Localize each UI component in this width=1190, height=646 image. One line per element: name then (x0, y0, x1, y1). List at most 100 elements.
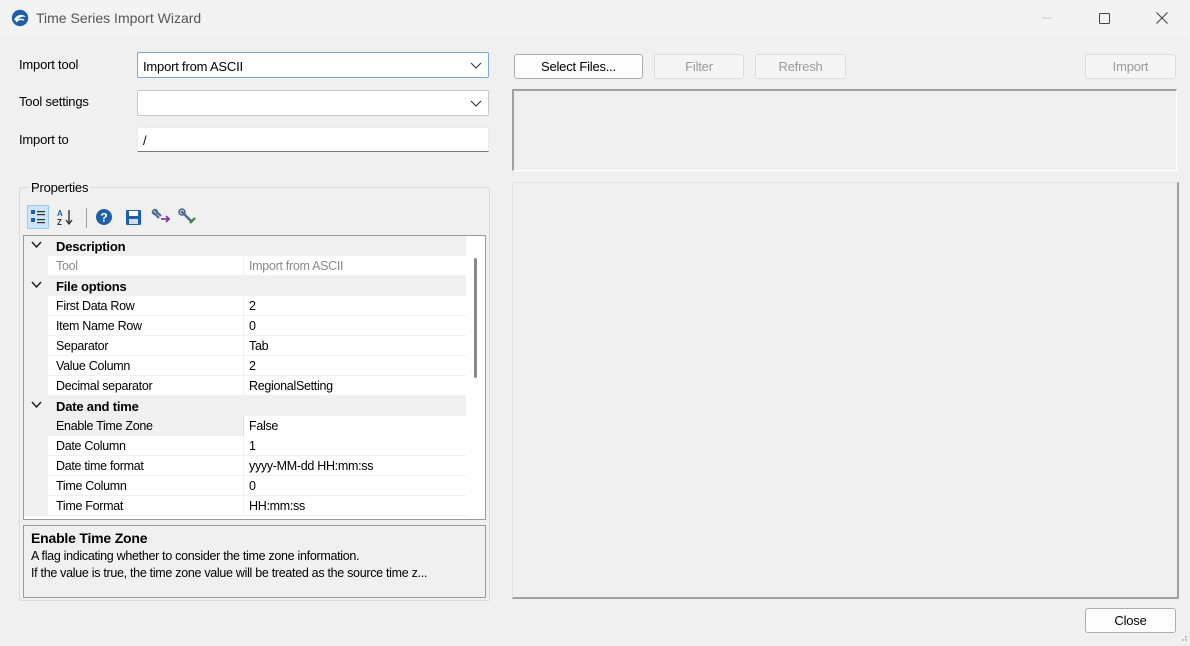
window-title: Time Series Import Wizard (36, 10, 202, 26)
tools-icon (178, 208, 196, 224)
tool-settings-combo[interactable] (137, 90, 489, 116)
column-divider (243, 476, 244, 496)
import-button[interactable]: Import (1085, 54, 1176, 79)
maximize-button[interactable] (1081, 0, 1127, 36)
load-settings-icon (151, 208, 171, 223)
property-value[interactable]: HH:mm:ss (249, 499, 305, 513)
import-to-value: / (143, 133, 147, 148)
resize-grip-icon[interactable] (1178, 632, 1188, 642)
help-text-line-1: A flag indicating whether to consider th… (31, 549, 360, 563)
property-grid[interactable]: Description Tool Import from ASCII File … (23, 235, 486, 520)
property-grid-scrollbar[interactable] (466, 236, 485, 519)
property-value[interactable]: 1 (249, 439, 256, 453)
property-name: Date Column (56, 439, 126, 453)
close-button[interactable]: Close (1085, 608, 1176, 633)
help-icon: ? (96, 209, 112, 225)
filter-button[interactable]: Filter (654, 54, 744, 79)
property-value: Import from ASCII (249, 259, 344, 273)
column-divider (243, 356, 244, 376)
property-name: Enable Time Zone (56, 419, 153, 433)
alphabetical-button[interactable]: A Z (54, 205, 76, 229)
tools-button[interactable] (177, 205, 199, 229)
save-icon (125, 209, 141, 225)
maximize-icon (1098, 12, 1110, 24)
property-row-value-column[interactable]: Value Column 2 (24, 356, 466, 376)
categorized-icon (31, 210, 45, 224)
row-gutter (24, 476, 48, 496)
row-gutter (24, 456, 48, 476)
file-list-panel[interactable] (512, 89, 1177, 171)
refresh-button[interactable]: Refresh (755, 54, 846, 79)
dhi-logo-icon (11, 9, 29, 27)
row-divider (48, 515, 466, 516)
load-settings-button[interactable] (150, 205, 172, 229)
category-file-options[interactable]: File options (24, 276, 466, 296)
category-description[interactable]: Description (24, 236, 466, 256)
preview-panel[interactable] (512, 182, 1179, 599)
tool-settings-label: Tool settings (19, 94, 89, 109)
import-tool-value: Import from ASCII (143, 59, 243, 74)
import-tool-combo[interactable]: Import from ASCII (137, 52, 489, 78)
property-value[interactable]: 0 (249, 479, 256, 493)
row-gutter (24, 416, 48, 436)
property-row-first-data-row[interactable]: First Data Row 2 (24, 296, 466, 316)
property-row-date-time-format[interactable]: Date time format yyyy-MM-dd HH:mm:ss (24, 456, 466, 476)
select-files-button[interactable]: Select Files... (514, 54, 643, 79)
toolbar-separator (86, 208, 87, 228)
property-name: First Data Row (56, 299, 135, 313)
help-title: Enable Time Zone (31, 530, 148, 546)
property-row-date-column[interactable]: Date Column 1 (24, 436, 466, 456)
help-button[interactable]: ? (93, 205, 115, 229)
category-label: File options (56, 279, 127, 294)
category-label: Date and time (56, 399, 139, 414)
chevron-down-icon[interactable] (31, 401, 42, 409)
row-gutter (24, 356, 48, 376)
property-row-decimal-separator[interactable]: Decimal separator RegionalSetting (24, 376, 466, 396)
close-window-button[interactable] (1139, 0, 1185, 36)
column-divider (243, 336, 244, 356)
property-value[interactable]: RegionalSetting (249, 379, 333, 393)
property-value[interactable]: 0 (249, 319, 256, 333)
minimize-button[interactable] (1024, 0, 1070, 36)
property-row-item-name-row[interactable]: Item Name Row 0 (24, 316, 466, 336)
column-divider (243, 496, 244, 516)
import-tool-label: Import tool (19, 57, 79, 72)
property-value[interactable]: False (249, 419, 278, 433)
chevron-down-icon (470, 100, 482, 107)
categorized-button[interactable] (27, 205, 49, 229)
svg-text:Z: Z (57, 218, 62, 226)
minimize-icon (1042, 17, 1052, 19)
property-name: Item Name Row (56, 319, 142, 333)
row-gutter (24, 436, 48, 456)
chevron-down-icon[interactable] (31, 241, 42, 249)
save-settings-button[interactable] (122, 205, 144, 229)
property-row-enable-time-zone[interactable]: Enable Time Zone False (24, 416, 466, 436)
close-icon (1156, 12, 1168, 24)
property-name: Date time format (56, 459, 144, 473)
property-row-time-column[interactable]: Time Column 0 (24, 476, 466, 496)
import-to-field[interactable]: / (137, 127, 489, 152)
property-name: Tool (56, 259, 78, 273)
chevron-down-icon (470, 62, 482, 69)
property-name: Value Column (56, 359, 130, 373)
property-row-time-format[interactable]: Time Format HH:mm:ss (24, 496, 466, 516)
category-date-and-time[interactable]: Date and time (24, 396, 466, 416)
property-name: Separator (56, 339, 109, 353)
property-value[interactable]: yyyy-MM-dd HH:mm:ss (249, 459, 373, 473)
chevron-down-icon[interactable] (31, 281, 42, 289)
property-row-separator[interactable]: Separator Tab (24, 336, 466, 356)
import-to-label: Import to (19, 132, 69, 147)
row-gutter (24, 256, 48, 276)
title-bar: Time Series Import Wizard (0, 0, 1190, 36)
row-gutter (24, 376, 48, 396)
svg-text:A: A (57, 209, 63, 218)
property-value[interactable]: Tab (249, 339, 269, 353)
row-gutter (24, 296, 48, 316)
property-help-pane: Enable Time Zone A flag indicating wheth… (23, 525, 486, 598)
scrollbar-thumb[interactable] (474, 258, 477, 378)
property-value[interactable]: 2 (249, 359, 256, 373)
property-value[interactable]: 2 (249, 299, 256, 313)
property-row-tool[interactable]: Tool Import from ASCII (24, 256, 466, 276)
column-divider (243, 256, 244, 276)
column-divider (243, 436, 244, 456)
